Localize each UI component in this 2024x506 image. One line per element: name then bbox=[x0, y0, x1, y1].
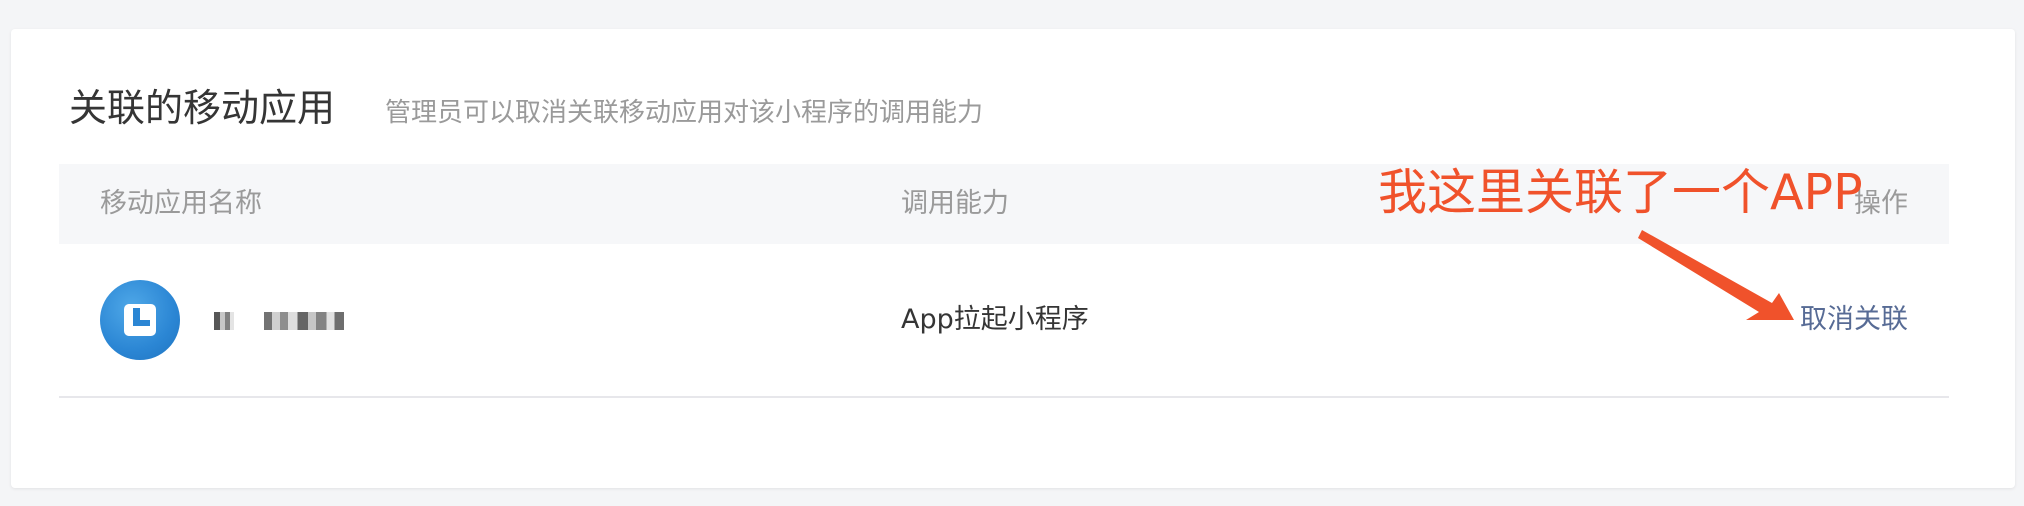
app-name-redacted bbox=[214, 244, 344, 396]
capability-cell: App拉起小程序 bbox=[901, 304, 1089, 335]
mini-program-app-icon bbox=[124, 304, 156, 336]
section-title: 关联的移动应用 bbox=[69, 86, 336, 130]
redacted-text bbox=[214, 311, 234, 330]
redacted-text bbox=[264, 311, 344, 330]
unlink-button[interactable]: 取消关联 bbox=[1800, 244, 1908, 396]
app-icon bbox=[100, 280, 180, 360]
card-header: 关联的移动应用 管理员可以取消关联移动应用对该小程序的调用能力 bbox=[69, 77, 983, 132]
column-header-capability: 调用能力 bbox=[901, 188, 1009, 219]
table-row: App拉起小程序 取消关联 bbox=[59, 244, 1949, 398]
annotation-text: 我这里关联了一个APP bbox=[1378, 164, 1863, 221]
column-header-app-name: 移动应用名称 bbox=[100, 188, 262, 219]
section-description: 管理员可以取消关联移动应用对该小程序的调用能力 bbox=[385, 98, 984, 128]
